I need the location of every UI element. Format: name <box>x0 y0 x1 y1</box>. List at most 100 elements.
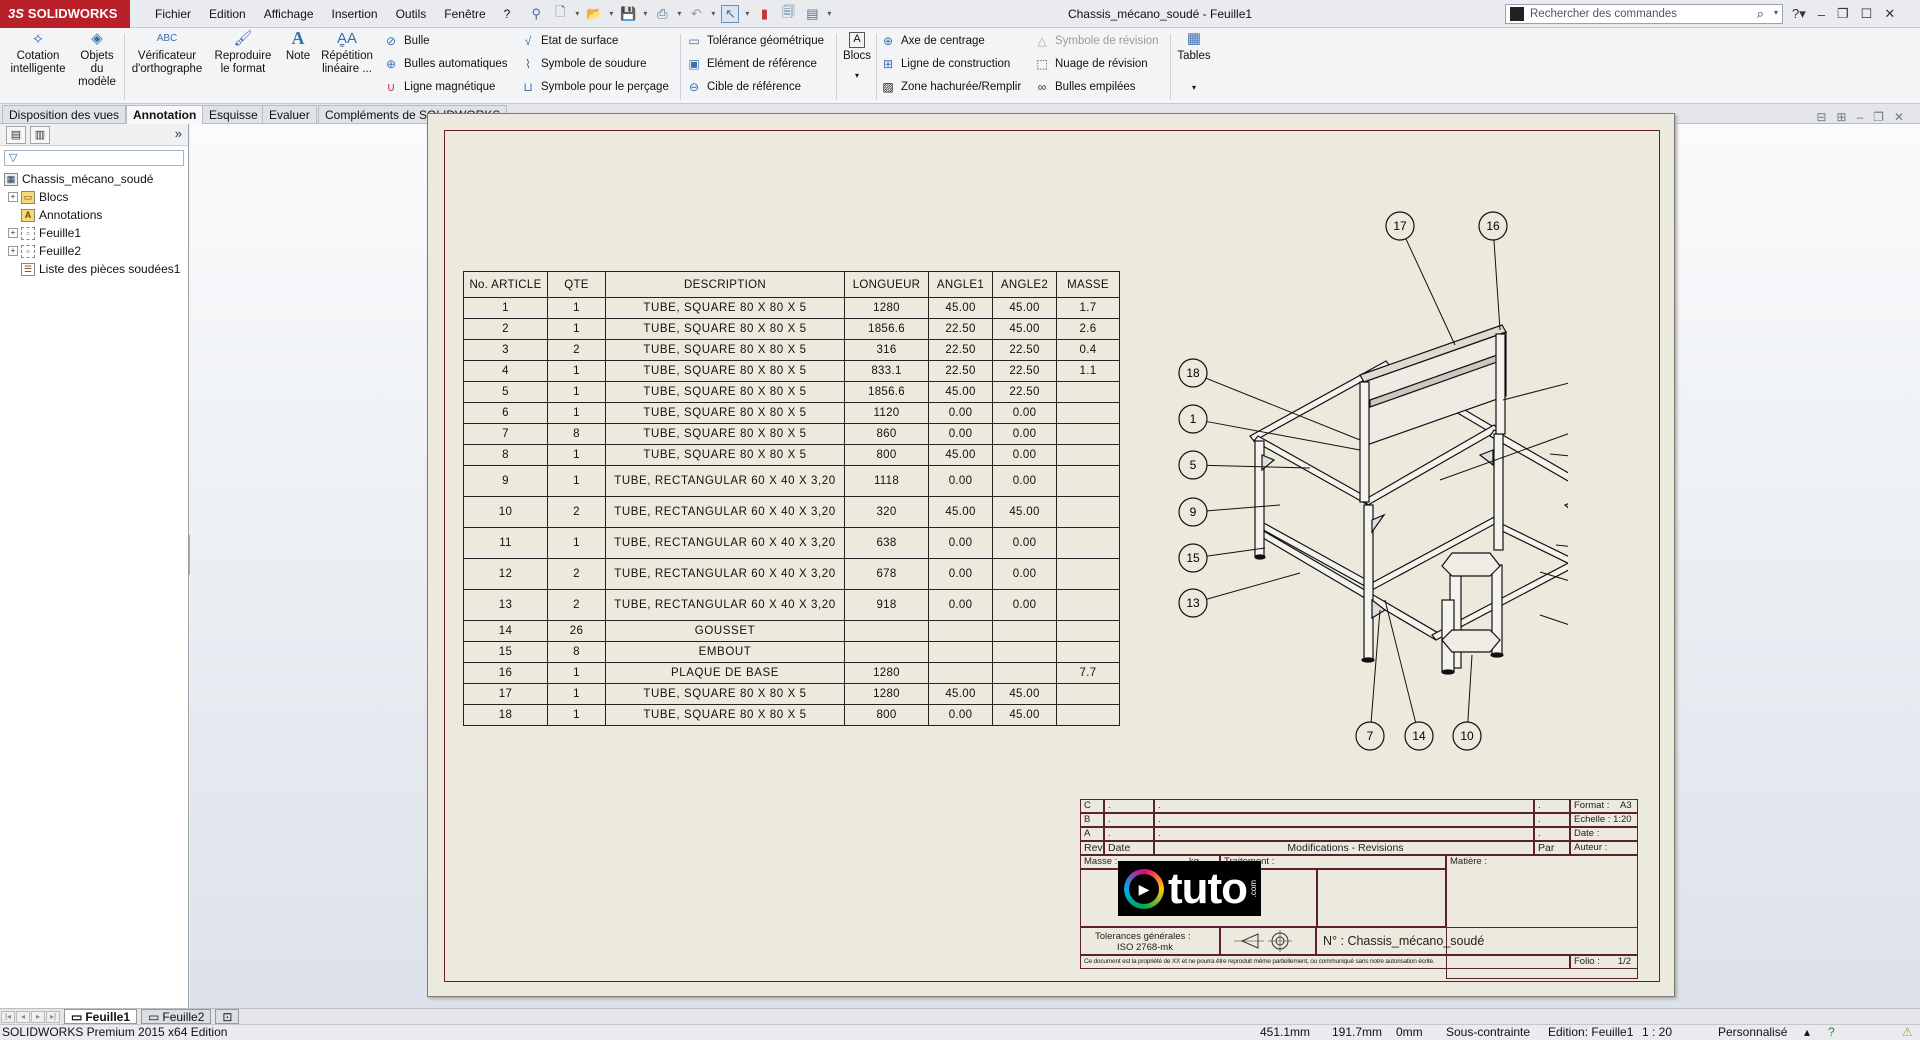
table-cell[interactable]: 22.50 <box>992 339 1057 361</box>
sheet-tab-feuille2[interactable]: ▭ Feuille2 <box>141 1009 212 1024</box>
tab-evaluer[interactable]: Evaluer <box>262 105 317 124</box>
table-cell[interactable]: 0.00 <box>992 465 1057 497</box>
table-cell[interactable]: 2 <box>547 558 606 590</box>
table-cell[interactable]: 22.50 <box>928 318 993 340</box>
table-cell[interactable]: 0.00 <box>992 423 1057 445</box>
table-cell[interactable]: TUBE, SQUARE 80 X 80 X 5 <box>605 360 845 382</box>
table-cell[interactable]: 1120 <box>844 402 929 424</box>
table-cell[interactable]: 2.6 <box>1056 318 1120 340</box>
save-icon[interactable]: 💾 <box>619 5 637 23</box>
undo-icon[interactable]: ↶ <box>687 5 705 23</box>
blocks-button[interactable]: A Blocs ▾ <box>840 32 874 82</box>
table-cell[interactable]: TUBE, SQUARE 80 X 80 X 5 <box>605 339 845 361</box>
table-cell[interactable]: 0.4 <box>1056 339 1120 361</box>
menu-edition[interactable]: Edition <box>200 0 255 28</box>
col-header-angle1[interactable]: ANGLE1 <box>928 271 993 298</box>
table-cell[interactable]: 1 <box>463 297 548 319</box>
tab-annotation[interactable]: Annotation <box>126 105 204 124</box>
table-row[interactable]: 12 2 TUBE, RECTANGULAR 60 X 40 X 3,20 678 0.… <box>463 558 1120 590</box>
table-cell[interactable]: 1 <box>547 381 606 403</box>
table-cell[interactable]: TUBE, SQUARE 80 X 80 X 5 <box>605 444 845 466</box>
sheet-tab-feuille1[interactable]: ▭ Feuille1 <box>64 1009 138 1024</box>
col-header-qte[interactable]: QTE <box>547 271 606 298</box>
table-row[interactable]: 9 1 TUBE, RECTANGULAR 60 X 40 X 3,20 1118 0.… <box>463 465 1120 497</box>
table-cell[interactable]: 0.00 <box>928 423 993 445</box>
table-row[interactable]: 4 1 TUBE, SQUARE 80 X 80 X 5 833.1 22.50 22.5… <box>463 360 1120 382</box>
table-cell[interactable]: 833.1 <box>844 360 929 382</box>
table-cell[interactable]: 3 <box>463 339 548 361</box>
expand-icon[interactable]: + <box>8 246 18 256</box>
centerline-button[interactable]: ⊕ Axe de centrage <box>880 32 985 50</box>
smart-dimension-button[interactable]: ⟡ Cotation intelligente <box>8 31 68 76</box>
table-row[interactable]: 11 1 TUBE, RECTANGULAR 60 X 40 X 3,20 638 0.… <box>463 527 1120 559</box>
table-cell[interactable]: TUBE, SQUARE 80 X 80 X 5 <box>605 423 845 445</box>
table-cell[interactable]: 1856.6 <box>844 318 929 340</box>
revision-symbol-button[interactable]: △ Symbole de révision <box>1034 32 1158 50</box>
table-cell[interactable] <box>1056 641 1120 663</box>
table-cell[interactable]: 45.00 <box>928 381 993 403</box>
table-cell[interactable]: 1 <box>547 465 606 497</box>
table-cell[interactable]: 15 <box>463 641 548 663</box>
table-row[interactable]: 10 2 TUBE, RECTANGULAR 60 X 40 X 3,20 320 45… <box>463 496 1120 528</box>
table-row[interactable]: 14 26 GOUSSET <box>463 620 1120 642</box>
table-cell[interactable] <box>844 620 929 642</box>
table-cell[interactable]: 5 <box>463 381 548 403</box>
table-cell[interactable]: 22.50 <box>992 360 1057 382</box>
magnetic-line-button[interactable]: ∪ Ligne magnétique <box>383 78 496 96</box>
table-cell[interactable]: TUBE, RECTANGULAR 60 X 40 X 3,20 <box>605 496 845 528</box>
table-cell[interactable]: GOUSSET <box>605 620 845 642</box>
hole-callout-button[interactable]: ⊔ Symbole pour le perçage <box>520 78 669 96</box>
table-cell[interactable]: 0.00 <box>928 704 993 726</box>
menu-insertion[interactable]: Insertion <box>323 0 387 28</box>
chevron-up-icon[interactable]: ▴ <box>1804 1025 1810 1040</box>
area-hatch-button[interactable]: ▨ Zone hachurée/Remplir <box>880 78 1021 96</box>
table-cell[interactable]: 1 <box>547 402 606 424</box>
table-cell[interactable]: 10 <box>463 496 548 528</box>
help-icon[interactable]: ?▾ <box>1792 6 1806 22</box>
close-icon[interactable]: ✕ <box>1884 6 1895 22</box>
table-cell[interactable]: 11 <box>463 527 548 559</box>
table-cell[interactable]: 320 <box>844 496 929 528</box>
menu-affichage[interactable]: Affichage <box>255 0 323 28</box>
add-sheet-button[interactable]: ⊡ <box>215 1009 240 1024</box>
table-cell[interactable] <box>992 641 1057 663</box>
table-cell[interactable] <box>1056 620 1120 642</box>
table-cell[interactable]: 1 <box>547 704 606 726</box>
table-cell[interactable]: 1280 <box>844 297 929 319</box>
table-cell[interactable]: 4 <box>463 360 548 382</box>
table-cell[interactable]: 0.00 <box>992 589 1057 621</box>
table-cell[interactable] <box>1056 444 1120 466</box>
table-cell[interactable]: 800 <box>844 704 929 726</box>
table-cell[interactable]: 638 <box>844 527 929 559</box>
table-cell[interactable] <box>1056 496 1120 528</box>
table-row[interactable]: 17 1 TUBE, SQUARE 80 X 80 X 5 1280 45.00 45.0… <box>463 683 1120 705</box>
chevron-down-icon[interactable]: ▾ <box>745 9 749 18</box>
table-cell[interactable]: 1 <box>547 297 606 319</box>
table-cell[interactable]: 13 <box>463 589 548 621</box>
table-cell[interactable]: 0.00 <box>992 558 1057 590</box>
table-cell[interactable]: 18 <box>463 704 548 726</box>
table-cell[interactable]: 45.00 <box>992 318 1057 340</box>
datum-feature-button[interactable]: ▣ Elément de référence <box>686 55 817 73</box>
table-row[interactable]: 7 8 TUBE, SQUARE 80 X 80 X 5 860 0.00 0.00 <box>463 423 1120 445</box>
viewport-close-icon[interactable]: ✕ <box>1894 110 1904 124</box>
table-cell[interactable]: 45.00 <box>928 297 993 319</box>
chevron-down-icon[interactable]: ▾ <box>827 9 831 18</box>
menu-outils[interactable]: Outils <box>387 0 436 28</box>
revision-cloud-button[interactable]: ⬚ Nuage de révision <box>1034 55 1147 73</box>
table-cell[interactable]: 0.00 <box>928 402 993 424</box>
chevron-down-icon[interactable]: ▾ <box>575 9 579 18</box>
table-cell[interactable]: 12 <box>463 558 548 590</box>
geometric-tolerance-button[interactable]: ▭ Tolérance géométrique <box>686 32 824 50</box>
view-split-icon[interactable]: ⊟ <box>1816 110 1826 124</box>
table-cell[interactable]: 45.00 <box>992 683 1057 705</box>
first-sheet-icon[interactable]: |◂ <box>1 1010 15 1023</box>
table-cell[interactable]: 1 <box>547 662 606 684</box>
chevron-down-icon[interactable]: ▾ <box>1774 8 1778 17</box>
table-row[interactable]: 2 1 TUBE, SQUARE 80 X 80 X 5 1856.6 22.50 45.… <box>463 318 1120 340</box>
status-units[interactable]: Personnalisé <box>1718 1025 1787 1040</box>
surface-finish-button[interactable]: √ Etat de surface <box>520 32 619 50</box>
table-cell[interactable] <box>1056 402 1120 424</box>
open-folder-icon[interactable]: 📂 <box>585 5 603 23</box>
table-cell[interactable]: 45.00 <box>928 444 993 466</box>
